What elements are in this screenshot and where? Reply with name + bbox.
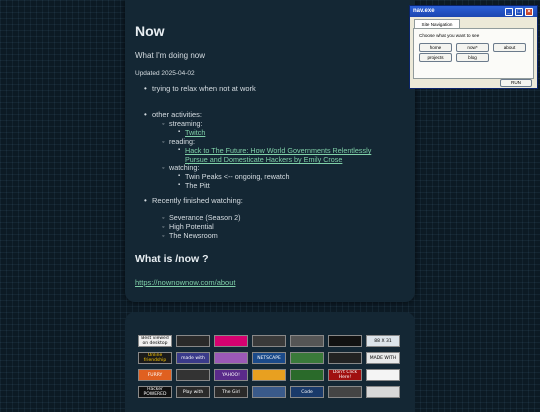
badge-88x31[interactable]: The Girl: [214, 386, 248, 398]
reading-group: reading: Hack to The Future: How World G…: [162, 137, 374, 164]
nav-window: nav.exe _ □ × Site Navigation Choose wha…: [409, 5, 538, 89]
badge-88x31[interactable]: [366, 369, 400, 381]
badge-88x31[interactable]: [252, 335, 286, 347]
badge-88x31[interactable]: [252, 369, 286, 381]
nav-home-button[interactable]: home: [419, 43, 452, 52]
list-item-other: other activities:: [144, 110, 402, 119]
watching-item: Twin Peaks <-- ongoing, rewatch: [178, 172, 290, 181]
intro-text: What I'm doing now: [135, 51, 206, 60]
nav-projects-button[interactable]: projects: [419, 53, 452, 62]
now-panel: Now What I'm doing now Updated 2025-04-0…: [125, 0, 415, 302]
streaming-group: streaming: Twitch: [162, 119, 205, 137]
badge-88x31[interactable]: Hacker POWERED: [138, 386, 172, 398]
list-item-recent: Recently finished watching:: [144, 196, 402, 205]
badge-88x31[interactable]: [328, 352, 362, 364]
watching-group: watching: Twin Peaks <-- ongoing, rewatc…: [162, 163, 290, 190]
book-link[interactable]: Hack to The Future: How World Government…: [185, 146, 371, 164]
nav-now-button[interactable]: now*: [456, 43, 489, 52]
watching-label: watching:: [162, 163, 273, 172]
badge-88x31[interactable]: 88 X 31: [366, 335, 400, 347]
window-titlebar[interactable]: nav.exe _ □ ×: [410, 6, 537, 17]
badge-88x31[interactable]: MADE WITH: [366, 352, 400, 364]
badge-88x31[interactable]: Don't Click Here!: [328, 369, 362, 381]
run-button[interactable]: RUN: [500, 79, 532, 87]
page-title: Now: [135, 23, 165, 39]
badge-88x31[interactable]: [252, 386, 286, 398]
nav-prompt: Choose what you want to see: [419, 33, 480, 38]
recent-group: Severance (Season 2) High Potential The …: [162, 213, 241, 240]
what-is-now-heading: What is /now ?: [135, 253, 209, 265]
badge-88x31[interactable]: [290, 352, 324, 364]
streaming-label: streaming:: [162, 119, 202, 128]
updated-date: Updated 2025-04-02: [135, 70, 195, 77]
nav-blog-button[interactable]: blog: [456, 53, 489, 62]
badge-88x31[interactable]: Code: [290, 386, 324, 398]
recent-item: Severance (Season 2): [162, 213, 240, 222]
badge-88x31[interactable]: [290, 369, 324, 381]
close-icon[interactable]: ×: [525, 7, 533, 16]
badge-88x31[interactable]: [214, 352, 248, 364]
reading-item: Hack to The Future: How World Government…: [178, 146, 390, 164]
nownownow-link[interactable]: https://nownownow.com/about: [135, 278, 235, 287]
streaming-item: Twitch: [178, 128, 219, 137]
badge-88x31[interactable]: [176, 369, 210, 381]
badge-88x31[interactable]: made with: [176, 352, 210, 364]
nav-about-button[interactable]: about: [493, 43, 526, 52]
window-title: nav.exe: [413, 8, 435, 14]
watching-item: The Pitt: [178, 181, 289, 190]
badge-88x31[interactable]: [328, 335, 362, 347]
badge-88x31[interactable]: [290, 335, 324, 347]
badge-88x31[interactable]: Play with: [176, 386, 210, 398]
badge-88x31[interactable]: Best viewed on desktop: [138, 335, 172, 347]
badge-wall: Best viewed on desktop 88 X 31 Online frie…: [125, 312, 415, 412]
minimize-icon[interactable]: _: [505, 7, 513, 16]
badge-88x31[interactable]: NETSCAPE: [252, 352, 286, 364]
badge-88x31[interactable]: YAHOO!: [214, 369, 248, 381]
twitch-link[interactable]: Twitch: [185, 128, 205, 137]
list-item-relax: trying to relax when not at work: [144, 84, 402, 93]
badge-88x31[interactable]: FURRY: [138, 369, 172, 381]
reading-label: reading:: [162, 137, 374, 146]
badge-88x31[interactable]: [328, 386, 362, 398]
maximize-icon[interactable]: □: [515, 7, 523, 16]
badge-88x31[interactable]: Online friendship: [138, 352, 172, 364]
recent-item: The Newsroom: [162, 231, 241, 240]
tab-panel: Choose what you want to see home now* ab…: [413, 28, 534, 79]
badge-88x31[interactable]: [366, 386, 400, 398]
badge-88x31[interactable]: [176, 335, 210, 347]
recent-item: High Potential: [162, 222, 241, 231]
badge-88x31[interactable]: [214, 335, 248, 347]
